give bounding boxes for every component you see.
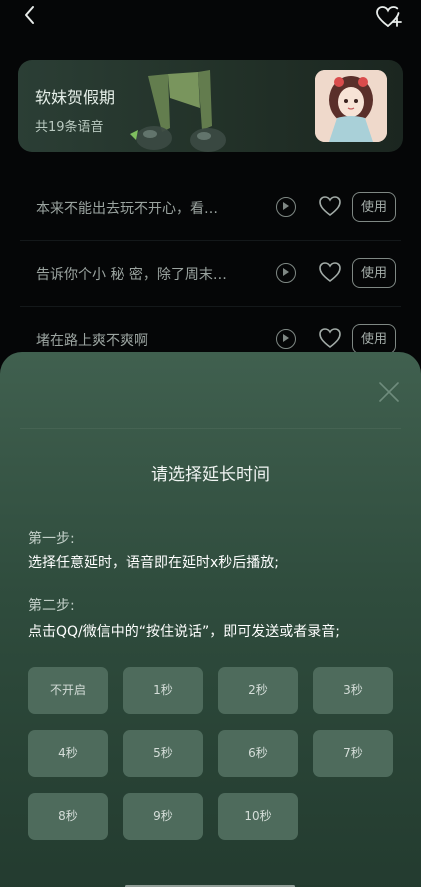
play-icon[interactable]: [276, 263, 296, 283]
delay-option-off[interactable]: 不开启: [28, 667, 108, 714]
delay-option-10s[interactable]: 10秒: [218, 793, 298, 840]
sheet-title: 请选择延长时间: [151, 465, 270, 485]
voice-pack-banner[interactable]: 软妹贺假期 共19条语音: [18, 60, 403, 152]
delay-option-8s[interactable]: 8秒: [28, 793, 108, 840]
list-item[interactable]: 本来不能出去玩不开心，看… 使用: [20, 175, 401, 241]
delay-option-2s[interactable]: 2秒: [218, 667, 298, 714]
step1-label: 第一步:: [28, 531, 75, 547]
delay-option-4s[interactable]: 4秒: [28, 730, 108, 777]
step2-text: 点击QQ/微信中的“按住说话”，即可发送或者录音;: [28, 624, 340, 640]
heart-icon[interactable]: [318, 327, 342, 349]
delay-option-9s[interactable]: 9秒: [123, 793, 203, 840]
delay-option-6s[interactable]: 6秒: [218, 730, 298, 777]
use-button[interactable]: 使用: [352, 192, 396, 222]
chevron-left-icon[interactable]: [18, 2, 42, 28]
banner-subtitle: 共19条语音: [35, 120, 104, 135]
step2-label: 第二步:: [28, 598, 75, 614]
close-icon[interactable]: [377, 380, 401, 404]
delay-option-1s[interactable]: 1秒: [123, 667, 203, 714]
use-button[interactable]: 使用: [352, 258, 396, 288]
cover-image: [315, 70, 387, 142]
banner-title: 软妹贺假期: [35, 88, 116, 107]
heart-plus-icon[interactable]: [375, 4, 403, 30]
voice-title: 告诉你个小 秘 密，除了周末…: [36, 267, 227, 283]
list-item[interactable]: 告诉你个小 秘 密，除了周末… 使用: [20, 241, 401, 307]
delay-option-7s[interactable]: 7秒: [313, 730, 393, 777]
use-button[interactable]: 使用: [352, 324, 396, 354]
delay-option-3s[interactable]: 3秒: [313, 667, 393, 714]
voice-title: 堵在路上爽不爽啊: [36, 333, 148, 349]
delay-option-5s[interactable]: 5秒: [123, 730, 203, 777]
music-note-illustration: [130, 70, 226, 152]
heart-icon[interactable]: [318, 261, 342, 283]
delay-time-sheet: 请选择延长时间 第一步: 选择任意延时，语音即在延时x秒后播放; 第二步: 点击…: [0, 352, 421, 887]
step1-text: 选择任意延时，语音即在延时x秒后播放;: [28, 555, 280, 571]
heart-icon[interactable]: [318, 195, 342, 217]
play-icon[interactable]: [276, 197, 296, 217]
top-bar: [0, 0, 421, 40]
sheet-divider: [20, 428, 401, 429]
voice-list: 本来不能出去玩不开心，看… 使用 告诉你个小 秘 密，除了周末… 使用 堵在路上…: [20, 175, 401, 373]
play-icon[interactable]: [276, 329, 296, 349]
voice-title: 本来不能出去玩不开心，看…: [36, 201, 218, 217]
